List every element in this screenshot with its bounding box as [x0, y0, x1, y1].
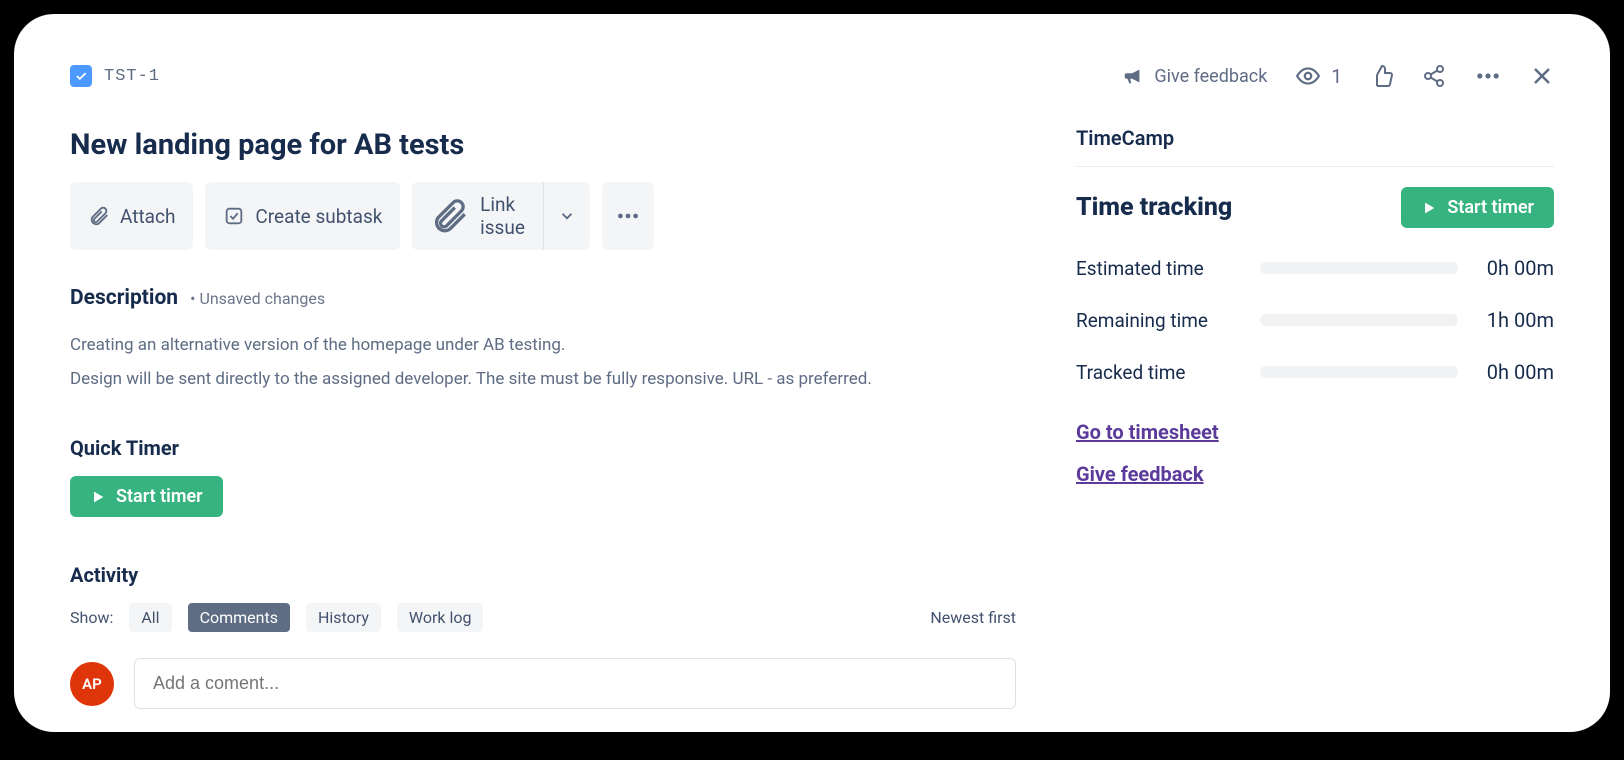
tab-worklog[interactable]: Work log	[397, 603, 484, 632]
estimated-row: Estimated time 0h 00m	[1076, 256, 1554, 280]
chevron-down-icon	[558, 207, 576, 225]
estimated-bar	[1260, 262, 1458, 274]
timesheet-link[interactable]: Go to timesheet	[1076, 420, 1554, 444]
estimated-label: Estimated time	[1076, 257, 1244, 280]
time-tracking-heading: Time tracking	[1076, 193, 1232, 222]
thumbs-up-icon	[1370, 64, 1394, 88]
quick-timer-heading: Quick Timer	[70, 436, 1016, 460]
link-issue-group: Link issue	[412, 182, 589, 250]
link-issue-button[interactable]: Link issue	[412, 182, 542, 250]
side-start-label: Start timer	[1447, 197, 1534, 218]
issue-window: TST-1 Give feedback 1	[14, 14, 1610, 732]
side-links: Go to timesheet Give feedback	[1076, 420, 1554, 486]
dots-horizontal-icon	[1474, 62, 1502, 90]
remaining-label: Remaining time	[1076, 309, 1244, 332]
watch-count: 1	[1331, 65, 1342, 88]
activity-section: Activity Show: All Comments History Work…	[70, 563, 1016, 709]
estimated-value: 0h 00m	[1474, 256, 1554, 280]
megaphone-icon	[1122, 65, 1144, 87]
description-body[interactable]: Creating an alternative version of the h…	[70, 328, 1016, 396]
dots-horizontal-icon	[615, 203, 641, 229]
share-icon	[1422, 64, 1446, 88]
description-line: Design will be sent directly to the assi…	[70, 362, 1016, 396]
time-tracking-header: Time tracking Start timer	[1076, 187, 1554, 228]
feedback-label: Give feedback	[1154, 66, 1267, 87]
link-issue-label: Link issue	[480, 193, 525, 239]
watchers-button[interactable]: 1	[1295, 63, 1342, 89]
activity-heading: Activity	[70, 563, 1016, 587]
main-column: New landing page for AB tests Attach Cre…	[70, 62, 1076, 692]
close-icon	[1530, 64, 1554, 88]
more-actions-button[interactable]	[1474, 62, 1502, 90]
sort-toggle[interactable]: Newest first	[930, 608, 1016, 627]
create-subtask-button[interactable]: Create subtask	[205, 182, 400, 250]
comment-row: AP	[70, 658, 1016, 709]
top-actions: Give feedback 1	[1122, 62, 1554, 90]
side-feedback-link[interactable]: Give feedback	[1076, 462, 1554, 486]
description-line: Creating an alternative version of the h…	[70, 328, 1016, 362]
tracked-value: 0h 00m	[1474, 360, 1554, 384]
issue-breadcrumb[interactable]: TST-1	[70, 65, 160, 87]
create-subtask-label: Create subtask	[255, 205, 382, 228]
eye-icon	[1295, 63, 1321, 89]
side-start-timer-button[interactable]: Start timer	[1401, 187, 1554, 228]
attach-button[interactable]: Attach	[70, 182, 193, 250]
side-panel: TimeCamp Time tracking Start timer Estim…	[1076, 62, 1554, 692]
more-toolbar-button[interactable]	[602, 182, 654, 250]
comment-input[interactable]	[134, 658, 1016, 709]
close-button[interactable]	[1530, 64, 1554, 88]
task-type-icon	[70, 65, 92, 87]
paperclip-icon	[88, 205, 110, 227]
tracked-label: Tracked time	[1076, 361, 1244, 384]
link-issue-dropdown[interactable]	[543, 182, 590, 250]
side-app-title: TimeCamp	[1076, 126, 1554, 167]
play-icon	[90, 489, 106, 505]
issue-title[interactable]: New landing page for AB tests	[70, 128, 1016, 162]
action-row: Attach Create subtask Link issue	[70, 182, 1016, 250]
attach-label: Attach	[120, 205, 175, 228]
quick-timer-start-button[interactable]: Start timer	[70, 476, 223, 517]
subtask-icon	[223, 205, 245, 227]
tab-comments[interactable]: Comments	[188, 603, 290, 632]
share-button[interactable]	[1422, 64, 1446, 88]
tracked-bar	[1260, 366, 1458, 378]
play-icon	[1421, 200, 1437, 216]
like-button[interactable]	[1370, 64, 1394, 88]
show-label: Show:	[70, 608, 113, 627]
remaining-row: Remaining time 1h 00m	[1076, 308, 1554, 332]
top-bar: TST-1 Give feedback 1	[70, 62, 1554, 90]
remaining-bar	[1260, 314, 1458, 326]
activity-tabs-row: Show: All Comments History Work log Newe…	[70, 603, 1016, 632]
avatar[interactable]: AP	[70, 662, 114, 706]
link-icon	[430, 196, 470, 236]
give-feedback-button[interactable]: Give feedback	[1122, 65, 1267, 87]
description-heading: Description	[70, 286, 178, 310]
issue-key: TST-1	[104, 67, 160, 86]
remaining-value: 1h 00m	[1474, 308, 1554, 332]
quick-timer-button-label: Start timer	[116, 486, 203, 507]
tab-history[interactable]: History	[306, 603, 381, 632]
description-header: Description • Unsaved changes	[70, 286, 1016, 310]
unsaved-indicator: • Unsaved changes	[190, 289, 325, 308]
tab-all[interactable]: All	[129, 603, 171, 632]
tracked-row: Tracked time 0h 00m	[1076, 360, 1554, 384]
